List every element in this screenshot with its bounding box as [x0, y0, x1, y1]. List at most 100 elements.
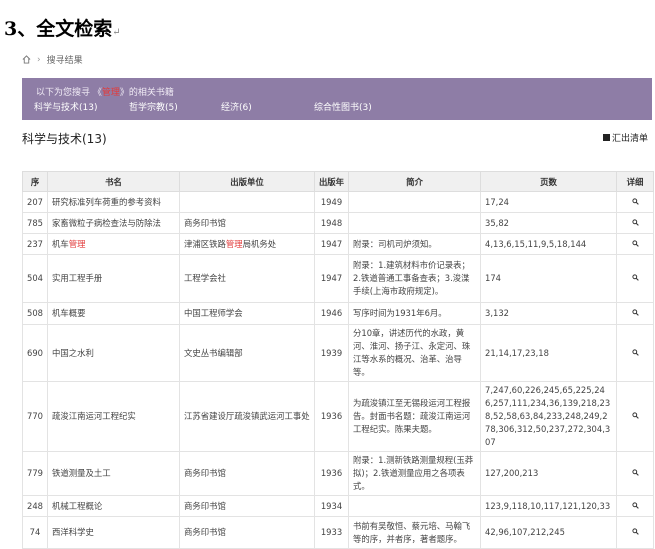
magnifier-icon: [631, 274, 639, 281]
cell-year: 1949: [314, 191, 349, 213]
export-list-button[interactable]: 汇出清单: [602, 131, 648, 144]
table-row: 779 铁道测量及土工 商务印书馆 1936 附录：1.测新铁路测量规程(玉莽拟)；2.…: [22, 451, 654, 496]
col-id: 序: [22, 171, 48, 192]
detail-button[interactable]: [616, 233, 654, 255]
return-mark: ↵: [112, 27, 121, 38]
col-pages: 页数: [480, 171, 617, 192]
category-philosophy-religion[interactable]: 哲学宗教(5): [129, 100, 178, 113]
table-row: 248 机械工程概论 商务印书馆 1934 123,9,118,10,117,121,1…: [22, 495, 654, 517]
cell-id: 690: [22, 324, 48, 382]
cell-intro: 为疏浚镇江至无锡段运河工程报告。封面书名题：疏浚江南运河工程纪实。陈果夫题。: [348, 381, 481, 452]
cell-id: 207: [22, 191, 48, 213]
cell-intro: 附录：1.测新铁路测量规程(玉莽拟)；2.铁道测量应用之各项表式。: [348, 451, 481, 496]
cell-year: 1939: [314, 324, 349, 382]
section-title: 科学与技术(13): [22, 132, 107, 146]
magnifier-icon: [631, 348, 639, 356]
cell-title[interactable]: 研究标准列车荷重的参考资料: [47, 191, 180, 213]
cell-title[interactable]: 机车管理: [47, 233, 180, 255]
detail-button[interactable]: [616, 302, 654, 325]
magnifier-icon: [631, 309, 639, 316]
search-keyword: 管理: [101, 88, 120, 98]
cell-year: 1946: [314, 302, 349, 325]
cell-year: 1948: [314, 212, 349, 234]
cell-id: 770: [22, 381, 48, 452]
page-heading: 3、全文检索↵: [4, 18, 121, 40]
cell-title[interactable]: 疏浚江南运河工程纪实: [47, 381, 180, 452]
cell-pages: 127,200,213: [480, 451, 617, 496]
cell-publisher: 商务印书馆: [179, 516, 315, 549]
cell-title[interactable]: 机械工程概论: [47, 495, 180, 517]
cell-year: 1936: [314, 451, 349, 496]
cell-pages: 4,13,6,15,11,9,5,18,144: [480, 233, 617, 255]
cell-publisher: 商务印书馆: [179, 495, 315, 517]
cell-id: 785: [22, 212, 48, 234]
cell-year: 1933: [314, 516, 349, 549]
magnifier-icon: [631, 197, 639, 205]
category-economy[interactable]: 经济(6): [221, 100, 252, 113]
cell-year: 1936: [314, 381, 349, 452]
cell-title[interactable]: 家畜微粒子病检查法与防除法: [47, 212, 180, 234]
cell-publisher: 商务印书馆: [179, 451, 315, 496]
detail-button[interactable]: [616, 212, 654, 234]
cell-title[interactable]: 中国之水利: [47, 324, 180, 382]
cell-title[interactable]: 实用工程手册: [47, 254, 180, 303]
cell-year: 1947: [314, 233, 349, 255]
table-row: 207 研究标准列车荷重的参考资料 1949 17,24: [22, 191, 654, 213]
detail-button[interactable]: [616, 516, 654, 549]
magnifier-icon: [631, 528, 639, 535]
cell-intro: 写序时间为1931年6月。: [348, 302, 481, 325]
table-row: 237 机车管理 津浦区铁路管理局机务处 1947 附录：司机司炉须知。 4,13,6,1…: [22, 233, 654, 255]
magnifier-icon: [631, 412, 639, 419]
cell-title[interactable]: 机车概要: [47, 302, 180, 325]
search-intro: 以下为您搜寻 《管理》的相关书籍: [36, 88, 174, 98]
col-year: 出版年: [314, 171, 349, 192]
detail-button[interactable]: [616, 324, 654, 382]
breadcrumb: › 搜寻结果: [22, 53, 83, 66]
table-row: 508 机车概要 中国工程师学会 1946 写序时间为1931年6月。 3,132: [22, 302, 654, 325]
cell-year: 1934: [314, 495, 349, 517]
detail-button[interactable]: [616, 381, 654, 452]
cell-publisher: 商务印书馆: [179, 212, 315, 234]
breadcrumb-separator: ›: [37, 54, 41, 65]
col-title: 书名: [47, 171, 180, 192]
cell-id: 779: [22, 451, 48, 496]
col-detail: 详细: [616, 171, 654, 192]
magnifier-icon: [631, 239, 639, 247]
cell-id: 504: [22, 254, 48, 303]
category-general-books[interactable]: 综合性图书(3): [314, 100, 372, 113]
cell-pages: 42,96,107,212,245: [480, 516, 617, 549]
cell-publisher: 江苏省建设厅疏浚镇武运河工事处: [179, 381, 315, 452]
table-row: 690 中国之水利 文史丛书编辑部 1939 分10章，讲述历代的水政，黄河、淮河、扬子…: [22, 324, 654, 382]
category-science-tech[interactable]: 科学与技术(13): [34, 100, 97, 113]
detail-button[interactable]: [616, 254, 654, 303]
detail-button[interactable]: [616, 191, 654, 213]
magnifier-icon: [631, 501, 639, 509]
home-icon[interactable]: [22, 55, 31, 64]
cell-id: 508: [22, 302, 48, 325]
detail-button[interactable]: [616, 495, 654, 517]
results-table: 序 书名 出版单位 出版年 简介 页数 详细 207 研究标准列车荷重的参考资料 1…: [22, 171, 654, 549]
cell-publisher: [179, 191, 315, 213]
cell-pages: 17,24: [480, 191, 617, 213]
table-row: 74 西洋科学史 商务印书馆 1933 书前有吴敬恒、蔡元培、马翰飞等的序，并者序，著者…: [22, 516, 654, 549]
cell-intro: 书前有吴敬恒、蔡元培、马翰飞等的序，并者序，著者题序。: [348, 516, 481, 549]
cell-title[interactable]: 西洋科学史: [47, 516, 180, 549]
breadcrumb-current[interactable]: 搜寻结果: [47, 53, 83, 66]
table-row: 785 家畜微粒子病检查法与防除法 商务印书馆 1948 35,82: [22, 212, 654, 234]
cell-pages: 7,247,60,226,245,65,225,246,257,111,234,…: [480, 381, 617, 452]
cell-publisher: 中国工程师学会: [179, 302, 315, 325]
detail-button[interactable]: [616, 451, 654, 496]
magnifier-icon: [631, 218, 639, 226]
cell-publisher: 文史丛书编辑部: [179, 324, 315, 382]
cell-year: 1947: [314, 254, 349, 303]
table-row: 504 实用工程手册 工程学会社 1947 附录：1.建筑材料市价记录表；2.铁道普通工…: [22, 254, 654, 303]
cell-id: 237: [22, 233, 48, 255]
cell-pages: 3,132: [480, 302, 617, 325]
col-publisher: 出版单位: [179, 171, 315, 192]
cell-id: 74: [22, 516, 48, 549]
cell-publisher: 工程学会社: [179, 254, 315, 303]
cell-id: 248: [22, 495, 48, 517]
table-header-row: 序 书名 出版单位 出版年 简介 页数 详细: [22, 171, 654, 192]
col-intro: 简介: [348, 171, 481, 192]
cell-title[interactable]: 铁道测量及土工: [47, 451, 180, 496]
